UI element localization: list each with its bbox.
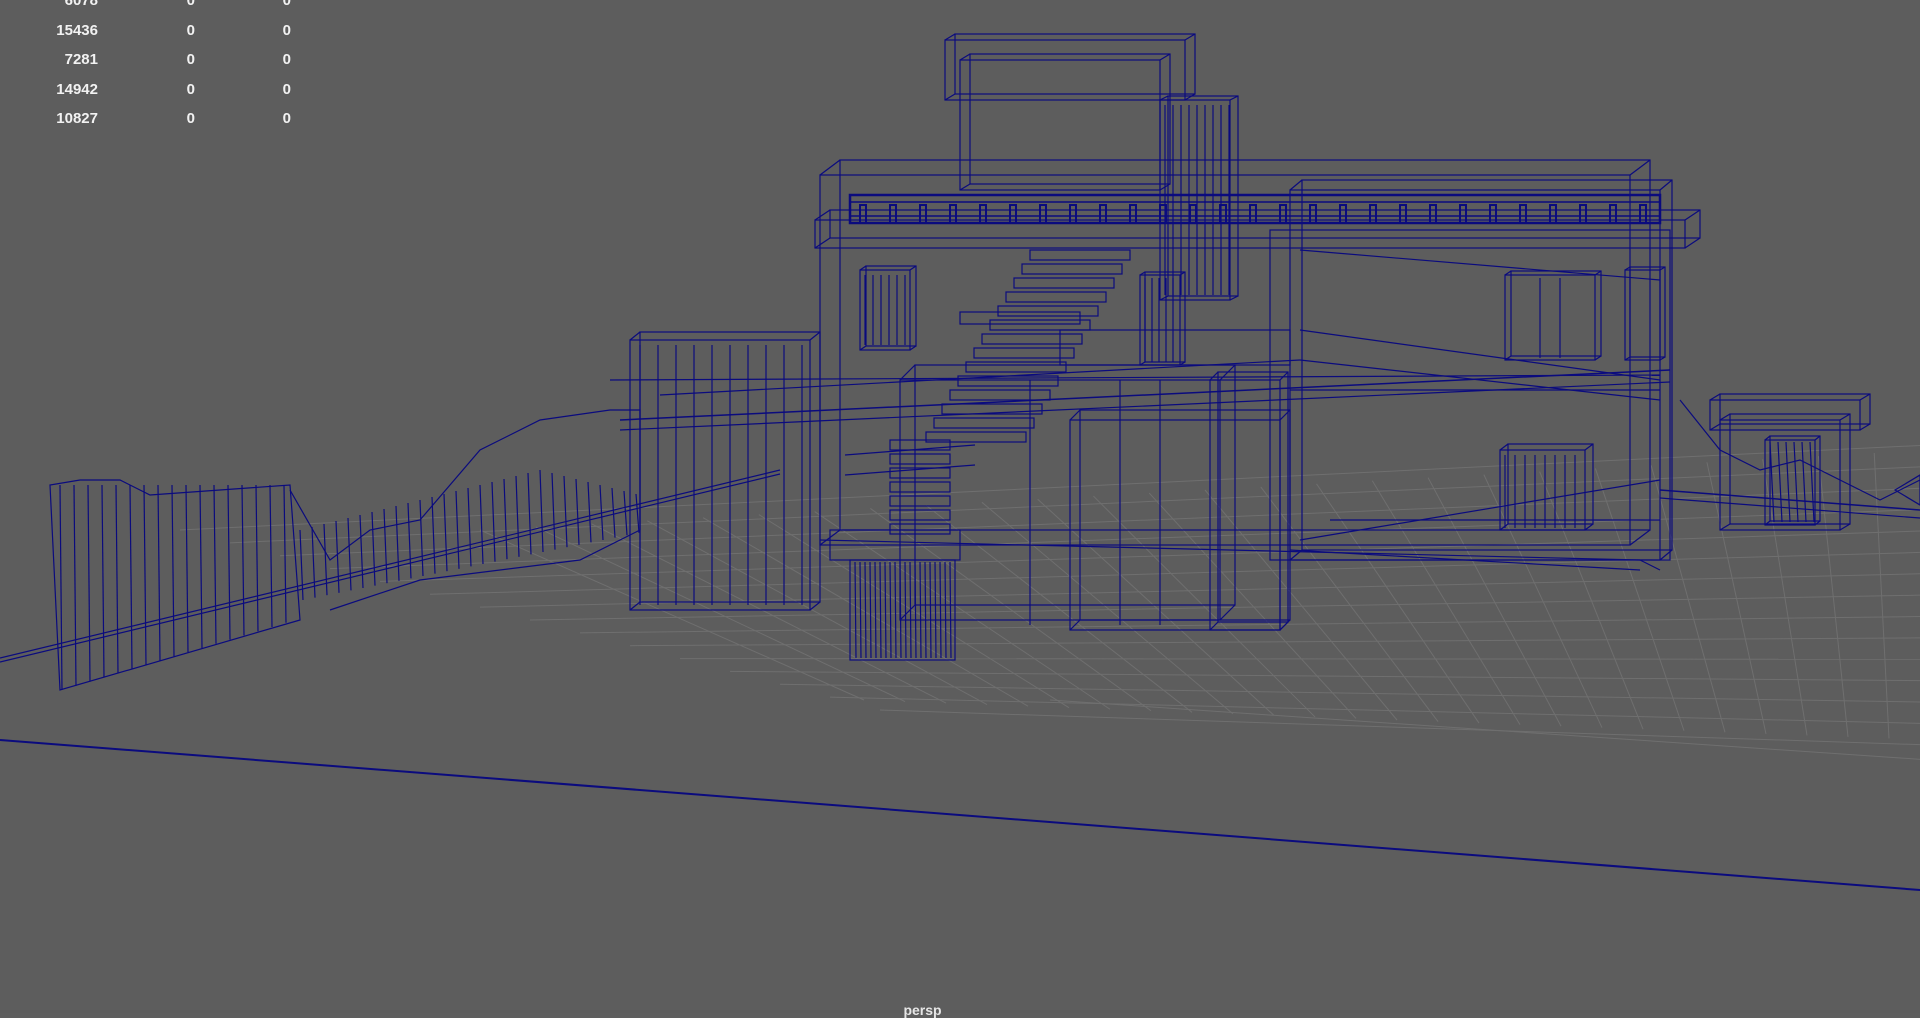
hud-row: 7281 0 0: [0, 45, 320, 75]
hud-value: 0: [282, 110, 291, 127]
ground-grid: [179, 444, 1920, 760]
hud-row: 6078 0 0: [0, 0, 320, 16]
hud-value: 0: [282, 80, 291, 98]
hud-value: 0: [186, 80, 195, 98]
camera-name-label: persp: [903, 1002, 942, 1018]
hud-value: 6078: [64, 0, 98, 9]
hud-value: 0: [186, 0, 195, 9]
hud-row: 14942 0 0: [0, 75, 320, 105]
3d-viewport[interactable]: 6078 0 0 15436 0 0 7281 0 0 14942 0 0 10…: [0, 0, 1920, 1018]
hud-value: 0: [282, 51, 291, 68]
hud-value: 0: [282, 0, 291, 9]
hud-row: 15436 0 0: [0, 16, 320, 46]
hud-value: 15436: [56, 21, 98, 39]
wireframe-scene[interactable]: [0, 0, 1920, 1013]
hud-value: 0: [186, 21, 195, 39]
hud-value: 10827: [56, 110, 98, 127]
wireframe-mesh: [0, 33, 1920, 891]
hud-value: 0: [186, 51, 195, 68]
hud-value: 0: [282, 21, 291, 39]
hud-value: 0: [186, 110, 195, 127]
hud-value: 7281: [64, 51, 98, 68]
poly-count-hud: 6078 0 0 15436 0 0 7281 0 0 14942 0 0 10…: [0, 0, 320, 134]
hud-value: 14942: [56, 80, 98, 98]
hud-row: 10827 0 0: [0, 104, 320, 134]
